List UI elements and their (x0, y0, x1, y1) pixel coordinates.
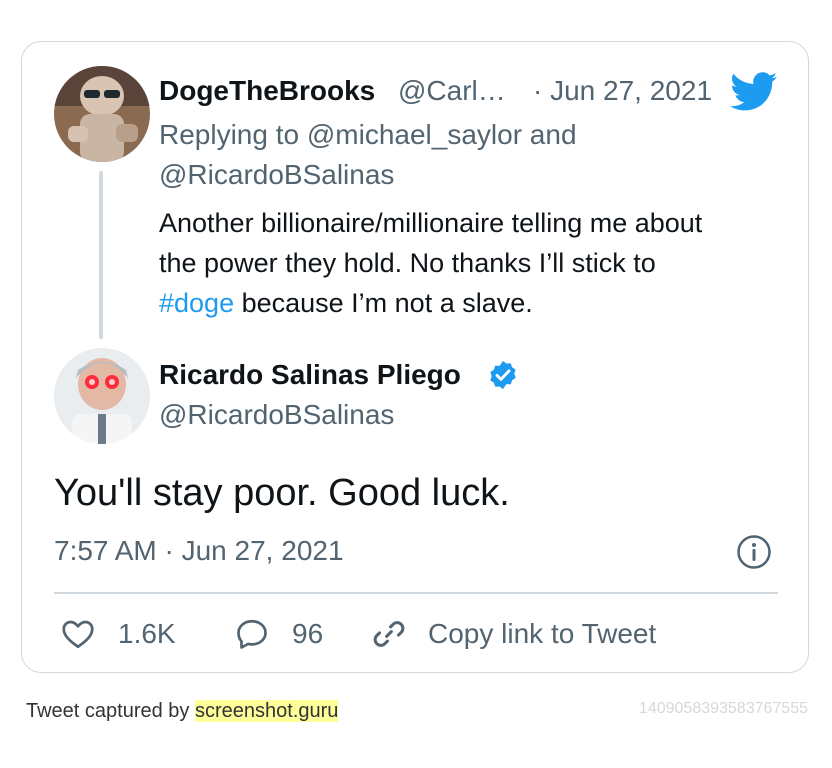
verified-badge-icon (487, 359, 519, 391)
reply-author-handle[interactable]: @Carl… (398, 74, 506, 108)
hashtag-doge-link[interactable]: #doge (159, 288, 234, 318)
action-divider (54, 592, 778, 594)
main-author-name[interactable]: Ricardo Salinas Pliego (159, 358, 461, 392)
link-icon (370, 615, 408, 653)
like-button[interactable]: 1.6K (60, 612, 176, 656)
heart-icon (60, 616, 96, 652)
reply-button[interactable]: 96 (234, 612, 323, 656)
reply-count: 96 (292, 618, 324, 649)
avatar-dogethebrooks[interactable] (54, 66, 150, 162)
capture-credit-text: Tweet captured by (26, 700, 195, 722)
reply-text-line-3: #doge because I’m not a slave. (159, 283, 533, 323)
like-count: 1.6K (118, 618, 176, 649)
reply-date[interactable]: · Jun 27, 2021 (533, 74, 712, 108)
capture-credit: Tweet captured by screenshot.guru (26, 700, 339, 723)
copy-link-label: Copy link to Tweet (428, 618, 657, 649)
replying-to-line-1[interactable]: Replying to @michael_saylor and (159, 118, 577, 152)
reply-text-line-1: Another billionaire/millionaire telling … (159, 208, 703, 238)
reply-text-line-2: the power they hold. No thanks I’ll stic… (159, 248, 656, 278)
replying-to-line-2[interactable]: @RicardoBSalinas (159, 158, 394, 192)
info-icon[interactable] (736, 534, 772, 570)
tweet-id: 1409058393583767555 (638, 700, 808, 717)
main-tweet-text: You'll stay poor. Good luck. (54, 472, 510, 514)
main-tweet-timestamp[interactable]: 7:57 AM · Jun 27, 2021 (54, 534, 344, 568)
screenshot-guru-link[interactable]: screenshot.guru (194, 700, 339, 722)
reply-author-name[interactable]: DogeTheBrooks (159, 74, 375, 108)
thread-connector-line (99, 171, 103, 339)
reply-text-line-3-rest: because I’m not a slave. (234, 288, 533, 318)
reply-bubble-icon (234, 616, 270, 652)
main-author-handle[interactable]: @RicardoBSalinas (159, 398, 394, 432)
avatar-ricardo-salinas[interactable] (54, 348, 150, 444)
copy-link-button[interactable]: Copy link to Tweet (370, 612, 656, 656)
twitter-bird-icon[interactable] (730, 72, 778, 112)
